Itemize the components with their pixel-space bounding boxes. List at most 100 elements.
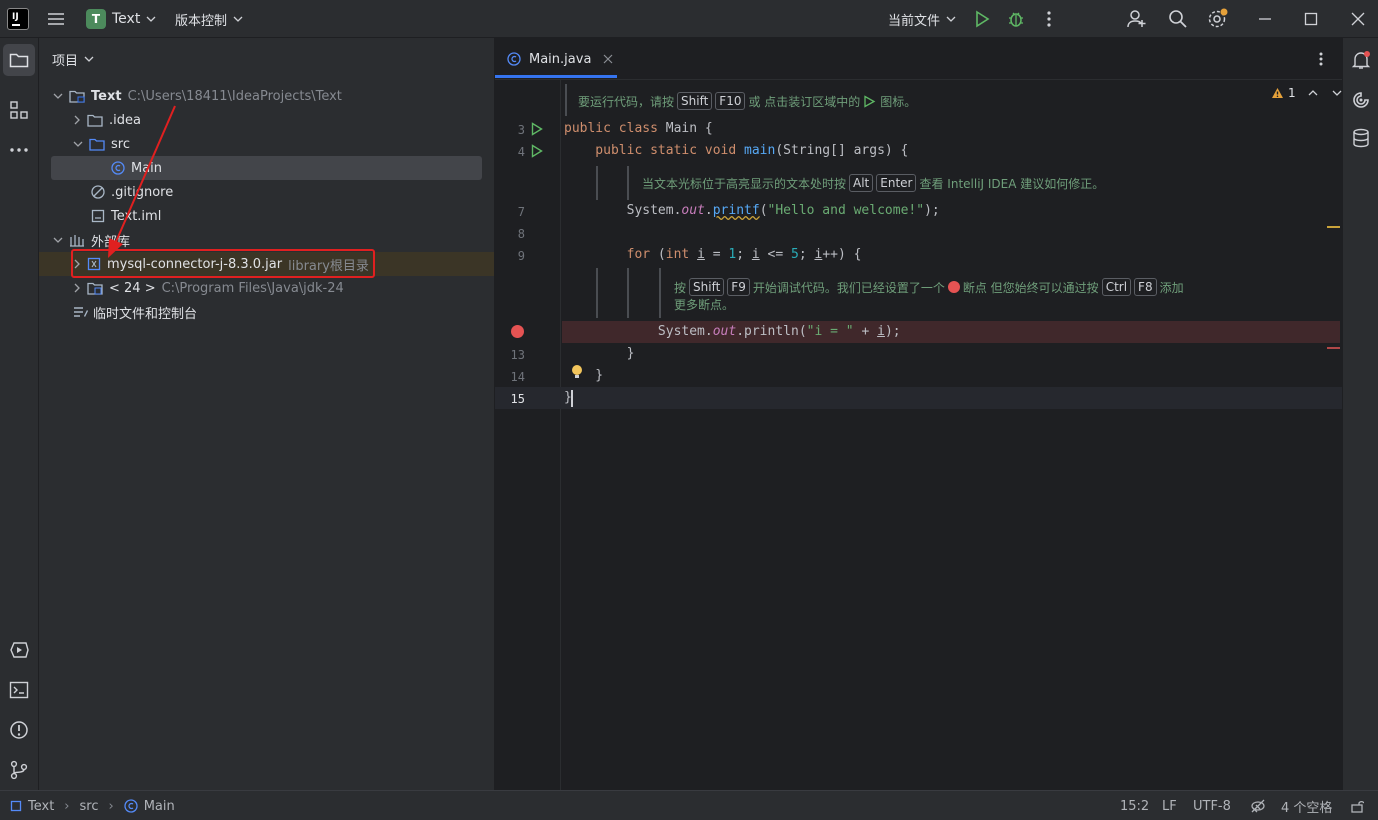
project-tool-folder-icon[interactable] (3, 44, 35, 76)
code-token: = (704, 247, 729, 262)
line-number: 14 (510, 370, 525, 384)
run-inline-icon (864, 94, 876, 108)
maximize-icon[interactable] (1304, 0, 1318, 38)
run-gutter-icon[interactable] (530, 122, 544, 136)
chevron-up-icon[interactable] (1308, 89, 1318, 97)
project-view-selector[interactable]: 项目 (52, 47, 94, 71)
chevron-down-icon (946, 16, 956, 22)
doc-text: 更多断点。 (674, 298, 735, 312)
code-token: i (751, 247, 760, 262)
code-line-13[interactable]: } (564, 346, 635, 361)
kbd-f8: F8 (1134, 278, 1157, 296)
project-selector[interactable]: T Text (86, 0, 156, 38)
vcs-menu[interactable]: 版本控制 (175, 0, 243, 38)
doc-text: 断点 但您始终可以通过按 (962, 280, 1099, 295)
chevron-down-icon[interactable] (1332, 89, 1342, 97)
text-caret (571, 390, 573, 407)
breadcrumb-separator-icon: › (108, 798, 114, 814)
settings-gear-icon[interactable] (1207, 0, 1229, 38)
editor-pane: Main.java 1 3 4 7 8 9 13 14 15 要运行代码，请按 … (495, 38, 1342, 790)
warning-marker[interactable] (1327, 226, 1340, 228)
breadcrumb-main[interactable]: Main (144, 799, 175, 814)
services-icon[interactable] (3, 634, 35, 666)
indent-setting[interactable]: 4 个空格 (1281, 791, 1332, 820)
code-line-3[interactable]: public class Main { (564, 121, 713, 136)
kbd-alt: Alt (849, 174, 874, 192)
jdk-folder-icon (87, 282, 103, 295)
add-user-icon[interactable] (1127, 0, 1147, 38)
tree-root-text[interactable]: Text C:\Users\18411\IdeaProjects\Text (53, 84, 342, 108)
code-token: ; (798, 247, 815, 262)
git-icon[interactable] (3, 754, 35, 786)
search-icon[interactable] (1168, 0, 1188, 38)
code-line-9[interactable]: for (int i = 1; i <= 5; i++) { (564, 247, 862, 262)
main-menu-icon[interactable] (46, 0, 66, 38)
doc-bar (565, 84, 567, 116)
breakpoint-icon[interactable] (511, 325, 524, 338)
right-tool-strip (1342, 38, 1378, 790)
terminal-icon[interactable] (3, 674, 35, 706)
ide-logo[interactable]: IJ (7, 0, 29, 38)
tree-item-jdk[interactable]: < 24 > C:\Program Files\Java\jdk-24 (73, 276, 344, 300)
code-token: System. (564, 324, 713, 339)
line-number: 7 (517, 205, 525, 219)
title-bar: IJ T Text 版本控制 当前文件 (0, 0, 1378, 38)
more-actions-icon[interactable] (1043, 0, 1055, 38)
run-config-selector[interactable]: 当前文件 (888, 0, 956, 38)
more-tools-icon[interactable] (3, 134, 35, 166)
kbd-shift: Shift (677, 92, 713, 110)
code-token: ); (924, 203, 940, 218)
chevron-right-icon (74, 115, 80, 125)
warning-count: 1 (1288, 86, 1296, 100)
ai-assistant-icon[interactable] (1349, 88, 1373, 112)
breakpoint-marker[interactable] (1327, 347, 1340, 349)
code-line-4[interactable]: public static void main(String[] args) { (564, 143, 908, 158)
file-encoding[interactable]: UTF-8 (1193, 791, 1231, 820)
line-separator[interactable]: LF (1162, 791, 1177, 820)
doc-bar (659, 268, 661, 318)
close-tab-icon[interactable] (603, 54, 613, 64)
run-config-label: 当前文件 (888, 13, 941, 29)
notifications-bell-icon[interactable] (1349, 48, 1373, 72)
ide-window: IJ T Text 版本控制 当前文件 项目 Text C:\Users\184… (0, 0, 1378, 820)
tree-item-scratches[interactable]: 临时文件和控制台 (73, 300, 197, 324)
tab-options-icon[interactable] (1313, 50, 1329, 68)
code-line-12[interactable]: System.out.println("i = " + i); (564, 324, 901, 339)
code-token: ); (884, 324, 901, 339)
breadcrumb-project[interactable]: Text (28, 799, 54, 814)
structure-icon[interactable] (3, 94, 35, 126)
chevron-down-icon (233, 16, 243, 22)
code-token: } (564, 368, 604, 383)
line-number: 8 (517, 227, 525, 241)
code-token: . (704, 203, 713, 218)
code-line-7[interactable]: System.out.printf("Hello and welcome!"); (564, 203, 940, 218)
code-token: ( (759, 203, 768, 218)
breadcrumb-src[interactable]: src (80, 799, 99, 814)
code-token: <= (759, 247, 791, 262)
code-line-14[interactable]: } (564, 368, 603, 383)
doc-text: 查看 IntelliJ IDEA 建议如何修正。 (919, 176, 1105, 191)
inspection-widget[interactable]: 1 (1271, 81, 1342, 105)
breadcrumb-separator-icon: › (64, 798, 70, 814)
lock-icon[interactable] (1350, 791, 1364, 820)
code-token: { (704, 121, 713, 136)
readonly-toggle-icon[interactable] (1250, 791, 1266, 820)
doc-text: 或 点击装订区域中的 (748, 94, 861, 109)
chevron-down-icon (84, 56, 94, 62)
class-icon (124, 799, 138, 813)
tab-main-java[interactable]: Main.java (507, 47, 613, 71)
kbd-f10: F10 (715, 92, 746, 110)
run-gutter-icon[interactable] (530, 144, 544, 158)
debug-icon[interactable] (1007, 0, 1025, 38)
kbd-enter: Enter (876, 174, 917, 192)
doc-text: 图标。 (880, 94, 917, 109)
chevron-right-icon (74, 283, 80, 293)
code-token: out (681, 203, 705, 218)
run-icon[interactable] (973, 0, 991, 38)
close-icon[interactable] (1351, 0, 1365, 38)
minimize-icon[interactable] (1258, 0, 1272, 38)
database-icon[interactable] (1349, 126, 1373, 150)
caret-position[interactable]: 15:2 (1120, 791, 1149, 820)
problems-icon[interactable] (3, 714, 35, 746)
tab-label: Main.java (529, 51, 592, 67)
